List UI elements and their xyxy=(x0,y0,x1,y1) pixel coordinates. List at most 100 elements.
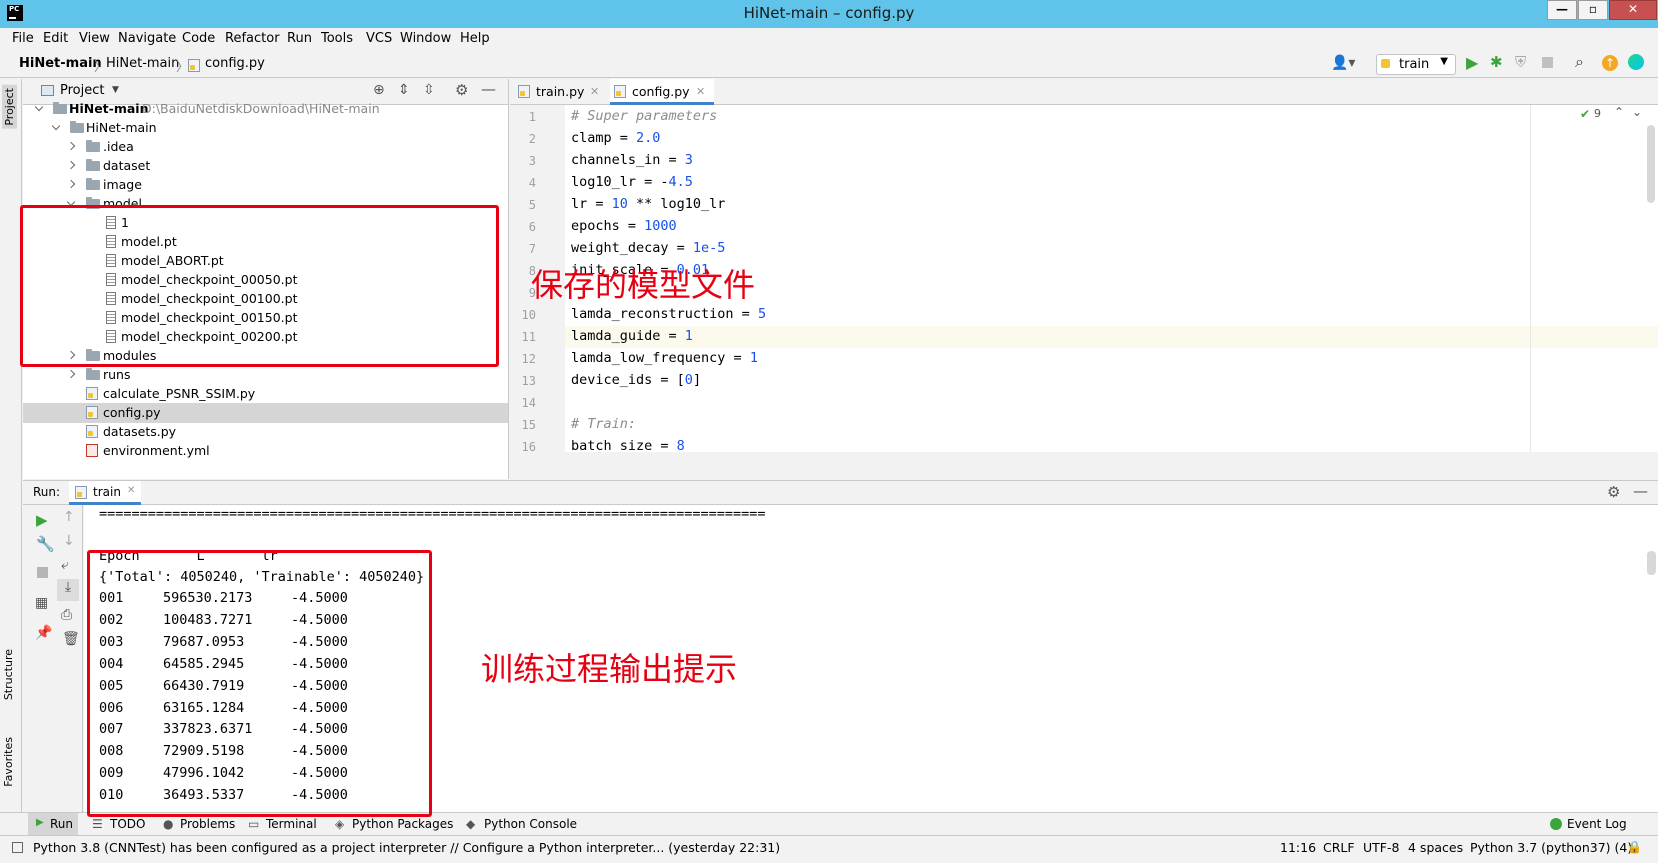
python-file-icon xyxy=(86,425,98,438)
pycharm-plugin-icon[interactable] xyxy=(1628,54,1644,70)
arrow-down-icon[interactable]: ↓ xyxy=(63,533,75,549)
tool-tab-todo[interactable]: TODO xyxy=(110,817,145,831)
tree-item-label: datasets.py xyxy=(103,424,177,439)
tab-run-train[interactable]: train ✕ xyxy=(69,481,141,505)
tool-tab-python-packages[interactable]: Python Packages xyxy=(352,817,453,831)
stop-icon[interactable] xyxy=(37,567,48,578)
status-encoding[interactable]: UTF-8 xyxy=(1363,840,1399,855)
debug-icon[interactable]: ✱ xyxy=(1490,53,1503,71)
status-interpreter[interactable]: Python 3.7 (python37) (4) xyxy=(1470,840,1632,855)
hide-panel-icon[interactable]: — xyxy=(481,80,496,98)
tool-tab-label: Run xyxy=(50,817,74,831)
menu-code[interactable]: Code xyxy=(182,31,215,46)
breadcrumb-file[interactable]: config.py xyxy=(205,56,265,71)
close-icon[interactable]: ✕ xyxy=(127,485,135,496)
chevron-down-icon[interactable] xyxy=(51,121,61,131)
tool-tab-terminal[interactable]: Terminal xyxy=(266,817,317,831)
menu-tools[interactable]: Tools xyxy=(321,31,353,46)
search-icon[interactable]: ⌕ xyxy=(1575,52,1584,72)
menu-edit[interactable]: Edit xyxy=(43,31,68,46)
console-separator: ========================================… xyxy=(99,506,766,522)
menu-view[interactable]: View xyxy=(79,31,110,46)
chevron-right-icon[interactable] xyxy=(66,369,76,379)
tab-train-py[interactable]: train.py ✕ xyxy=(514,79,608,105)
locate-file-icon[interactable]: ⊕ xyxy=(373,82,385,98)
trash-icon[interactable]: 🗑 xyxy=(62,631,80,647)
status-indent[interactable]: 4 spaces xyxy=(1408,840,1463,855)
rerun-icon[interactable]: ▶ xyxy=(36,511,48,529)
soft-wrap-icon[interactable]: ⤶ xyxy=(61,557,69,573)
run-icon[interactable]: ▶ xyxy=(1466,53,1478,72)
maximize-button[interactable]: ▫ xyxy=(1578,0,1608,20)
collapse-all-icon[interactable]: ⇳ xyxy=(423,82,435,98)
console-scrollbar[interactable] xyxy=(1647,551,1656,575)
tree-item-folder[interactable]: dataset xyxy=(23,156,508,176)
breadcrumb-project[interactable]: HiNet-main xyxy=(19,56,102,71)
status-toggle-icon[interactable] xyxy=(12,842,23,853)
tree-item-root[interactable]: HiNet-main D:\BaiduNetdiskDownload\HiNet… xyxy=(23,99,508,119)
menu-refactor[interactable]: Refactor xyxy=(225,31,280,46)
hide-panel-icon[interactable]: — xyxy=(1633,482,1648,500)
scroll-to-end-icon[interactable]: ⤓ xyxy=(57,579,79,601)
chevron-right-icon[interactable] xyxy=(66,179,76,189)
tree-item-folder[interactable]: runs xyxy=(23,365,508,385)
tool-tab-run[interactable]: ▶ Run xyxy=(28,813,78,835)
tool-tab-event-log[interactable]: Event Log xyxy=(1567,817,1627,831)
menu-navigate[interactable]: Navigate xyxy=(118,31,176,46)
tree-item-label: config.py xyxy=(103,405,161,420)
code-line: device_ids = [0] xyxy=(571,372,702,388)
current-line-highlight xyxy=(565,326,1658,348)
run-config-select[interactable]: train ▼ xyxy=(1376,54,1456,75)
window-title: HiNet-main – config.py xyxy=(743,4,915,22)
tree-item-file[interactable]: datasets.py xyxy=(23,422,508,442)
status-message[interactable]: Python 3.8 (CNNTest) has been configured… xyxy=(33,840,780,855)
breadcrumb-folder[interactable]: HiNet-main xyxy=(106,56,179,71)
tree-item-file[interactable]: calculate_PSNR_SSIM.py xyxy=(23,384,508,404)
tree-item-folder[interactable]: HiNet-main xyxy=(23,118,508,138)
status-line-separator[interactable]: CRLF xyxy=(1323,840,1355,855)
tool-tab-problems[interactable]: Problems xyxy=(180,817,235,831)
tab-config-py[interactable]: config.py ✕ xyxy=(610,79,714,105)
chevron-down-icon[interactable] xyxy=(34,102,44,112)
lock-icon[interactable]: 🔒 xyxy=(1627,840,1642,854)
close-window-button[interactable]: ✕ xyxy=(1609,0,1657,20)
next-highlight-icon[interactable]: ⌄ xyxy=(1632,105,1642,119)
update-icon[interactable]: ↑ xyxy=(1602,55,1618,71)
tree-item-folder[interactable]: image xyxy=(23,175,508,195)
project-view-label[interactable]: Project xyxy=(60,83,104,98)
menu-file[interactable]: File xyxy=(12,31,34,46)
tree-item-file[interactable]: environment.yml xyxy=(23,441,508,461)
arrow-up-icon[interactable]: ↑ xyxy=(63,509,75,525)
gear-icon[interactable]: ⚙ xyxy=(1607,483,1620,501)
project-tool-tab[interactable]: Project xyxy=(2,85,17,129)
code-line: channels_in = 3 xyxy=(571,152,693,168)
tree-item-folder[interactable]: .idea xyxy=(23,137,508,157)
previous-highlight-icon[interactable]: ⌃ xyxy=(1614,105,1624,119)
chevron-right-icon[interactable] xyxy=(66,160,76,170)
layout-icon[interactable]: ▦ xyxy=(35,595,48,611)
tree-item-file-selected[interactable]: config.py xyxy=(23,403,508,423)
favorites-tool-tab[interactable]: Favorites xyxy=(2,737,15,787)
user-icon[interactable]: 👤▾ xyxy=(1331,55,1355,71)
status-caret-position[interactable]: 11:16 xyxy=(1280,840,1316,855)
pin-icon[interactable]: 📌 xyxy=(35,625,52,641)
editor-scrollbar[interactable] xyxy=(1647,125,1655,203)
chevron-right-icon[interactable] xyxy=(66,141,76,151)
close-icon[interactable]: ✕ xyxy=(590,79,599,104)
tool-tab-python-console[interactable]: Python Console xyxy=(484,817,577,831)
chevron-down-icon[interactable]: ▼ xyxy=(112,85,119,95)
coverage-icon[interactable]: ⛨ xyxy=(1515,53,1526,71)
structure-tool-tab[interactable]: Structure xyxy=(2,649,15,700)
close-icon[interactable]: ✕ xyxy=(696,79,705,104)
menu-run[interactable]: Run xyxy=(287,31,312,46)
stop-icon[interactable] xyxy=(1542,57,1553,68)
menu-vcs[interactable]: VCS xyxy=(366,31,392,46)
menu-window[interactable]: Window xyxy=(400,31,451,46)
gear-icon[interactable]: ⚙ xyxy=(455,81,468,99)
wrench-icon[interactable]: 🔧 xyxy=(36,535,55,553)
inspection-ok-icon[interactable]: ✔ xyxy=(1580,107,1590,121)
expand-all-icon[interactable]: ⇕ xyxy=(398,82,410,98)
minimize-button[interactable]: — xyxy=(1547,0,1577,20)
print-icon[interactable]: ⎙ xyxy=(61,607,72,623)
menu-help[interactable]: Help xyxy=(460,31,490,46)
